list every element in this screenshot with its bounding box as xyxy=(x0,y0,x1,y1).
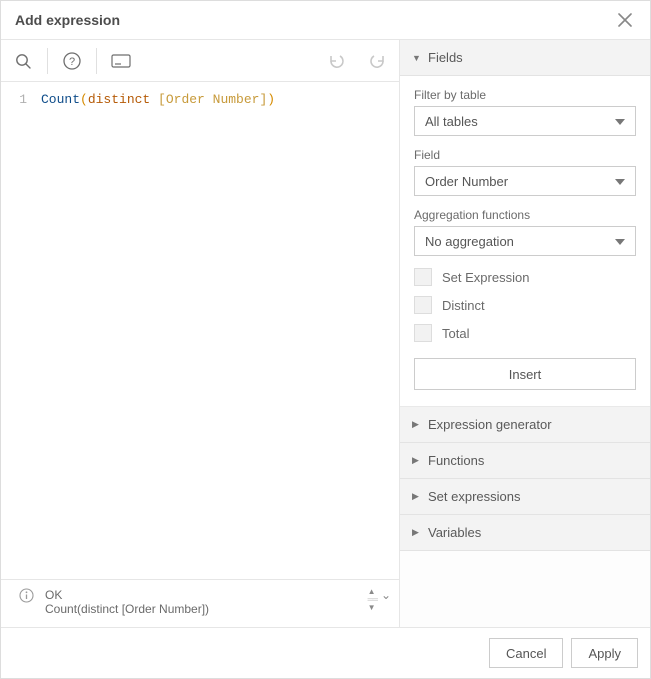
token-paren-close: ) xyxy=(267,92,275,107)
stepper-down-icon: ▼ xyxy=(368,604,377,612)
select-value: All tables xyxy=(425,114,478,129)
dialog-header: Add expression xyxy=(1,1,650,40)
svg-text:?: ? xyxy=(69,56,75,68)
section-fields-body: Filter by table All tables Field Order N… xyxy=(400,76,650,407)
set-expression-checkbox[interactable]: Set Expression xyxy=(414,268,636,286)
status-ok: OK xyxy=(45,588,209,602)
token-paren-open: ( xyxy=(80,92,88,107)
section-label: Functions xyxy=(428,453,484,468)
token-keyword: distinct xyxy=(88,92,158,107)
help-icon: ? xyxy=(62,51,82,71)
total-checkbox[interactable]: Total xyxy=(414,324,636,342)
editor-pane: ? 1 Count(distinct [Orde xyxy=(1,40,400,627)
code-content[interactable]: Count(distinct [Order Number]) xyxy=(37,90,399,579)
toolbar-separator xyxy=(96,48,97,74)
section-functions-header[interactable]: ▶ Functions xyxy=(400,443,650,479)
checkbox-box xyxy=(414,296,432,314)
status-controls: ▲ ══ ▼ ⌄ xyxy=(368,586,391,612)
status-bar: OK Count(distinct [Order Number]) ▲ ══ ▼… xyxy=(1,579,399,627)
caret-down-icon: ▼ xyxy=(412,53,420,63)
collapse-toggle[interactable]: ⌄ xyxy=(381,586,391,602)
token-field: [Order Number] xyxy=(158,92,267,107)
aggregation-select[interactable]: No aggregation xyxy=(414,226,636,256)
section-label: Fields xyxy=(428,50,463,65)
redo-button[interactable] xyxy=(357,41,397,81)
close-button[interactable] xyxy=(614,11,636,29)
cancel-button[interactable]: Cancel xyxy=(489,638,563,668)
select-value: No aggregation xyxy=(425,234,514,249)
section-set-expressions-header[interactable]: ▶ Set expressions xyxy=(400,479,650,515)
code-editor[interactable]: 1 Count(distinct [Order Number]) xyxy=(1,82,399,579)
caret-right-icon: ▶ xyxy=(412,419,420,430)
caret-right-icon: ▶ xyxy=(412,491,420,502)
filter-by-table-label: Filter by table xyxy=(414,88,636,102)
toolbar-separator xyxy=(47,48,48,74)
checkbox-label: Distinct xyxy=(442,298,485,313)
close-icon xyxy=(618,13,632,27)
dialog-body: ? 1 Count(distinct [Orde xyxy=(1,40,650,627)
search-button[interactable] xyxy=(3,41,43,81)
comment-button[interactable] xyxy=(101,41,141,81)
dialog-title: Add expression xyxy=(15,12,120,28)
checkbox-label: Set Expression xyxy=(442,270,529,285)
add-expression-dialog: Add expression ? xyxy=(0,0,651,679)
checkbox-box xyxy=(414,324,432,342)
info-icon xyxy=(19,588,34,603)
checkbox-box xyxy=(414,268,432,286)
section-variables-header[interactable]: ▶ Variables xyxy=(400,515,650,551)
field-select[interactable]: Order Number xyxy=(414,166,636,196)
line-gutter: 1 xyxy=(1,90,37,579)
insert-button[interactable]: Insert xyxy=(414,358,636,390)
comment-icon xyxy=(111,54,131,68)
side-panel: ▼ Fields Filter by table All tables Fiel… xyxy=(400,40,650,627)
aggregation-label: Aggregation functions xyxy=(414,208,636,222)
search-icon xyxy=(14,52,32,70)
caret-right-icon: ▶ xyxy=(412,527,420,538)
distinct-checkbox[interactable]: Distinct xyxy=(414,296,636,314)
section-expression-generator-header[interactable]: ▶ Expression generator xyxy=(400,407,650,443)
filter-by-table-select[interactable]: All tables xyxy=(414,106,636,136)
section-fields-header[interactable]: ▼ Fields xyxy=(400,40,650,76)
redo-icon xyxy=(367,53,387,69)
select-value: Order Number xyxy=(425,174,508,189)
dialog-footer: Cancel Apply xyxy=(1,627,650,678)
chevron-down-icon: ⌄ xyxy=(381,588,391,602)
apply-button[interactable]: Apply xyxy=(571,638,638,668)
undo-button[interactable] xyxy=(317,41,357,81)
section-label: Expression generator xyxy=(428,417,552,432)
checkbox-label: Total xyxy=(442,326,469,341)
status-stepper[interactable]: ▲ ══ ▼ xyxy=(368,588,377,612)
status-text: OK Count(distinct [Order Number]) xyxy=(45,588,209,616)
field-label: Field xyxy=(414,148,636,162)
undo-icon xyxy=(327,53,347,69)
token-function: Count xyxy=(41,92,80,107)
section-label: Set expressions xyxy=(428,489,521,504)
status-preview: Count(distinct [Order Number]) xyxy=(45,602,209,616)
help-button[interactable]: ? xyxy=(52,41,92,81)
line-number: 1 xyxy=(1,92,27,107)
caret-right-icon: ▶ xyxy=(412,455,420,466)
editor-toolbar: ? xyxy=(1,40,399,82)
section-label: Variables xyxy=(428,525,481,540)
